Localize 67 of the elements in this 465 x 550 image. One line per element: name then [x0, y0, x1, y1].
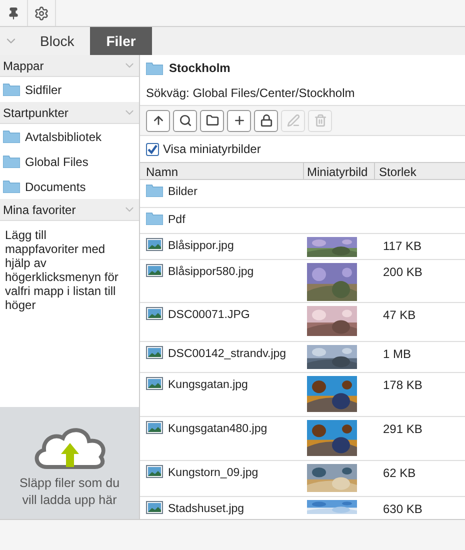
table-cell[interactable]: DSC00142_strandv.jpg — [140, 342, 304, 372]
drop-zone-text: Släpp filer som du vill ladda upp här — [18, 475, 121, 509]
image-file-icon — [146, 421, 163, 434]
search-icon — [178, 114, 192, 127]
table-cell[interactable]: Pdf — [140, 208, 304, 233]
table-cell-text: 200 KB — [382, 264, 424, 279]
lock-icon — [260, 114, 272, 127]
table-cell-text: 178 KB — [382, 377, 424, 392]
column-header[interactable]: Miniatyrbild — [304, 163, 375, 179]
search-button[interactable] — [173, 110, 197, 132]
column-header[interactable]: Namn — [140, 163, 304, 179]
image-file-icon — [146, 264, 163, 277]
folder-icon — [206, 114, 218, 127]
section-header[interactable]: Mina favoriter — [0, 199, 139, 221]
image-file-icon — [146, 377, 163, 390]
check-icon — [147, 144, 158, 154]
folder-icon — [3, 130, 20, 143]
pencil-icon — [286, 114, 300, 127]
section-header[interactable]: Startpunkter — [0, 102, 139, 124]
folder-icon — [3, 155, 20, 168]
checkbox[interactable] — [146, 142, 159, 156]
folder-icon — [146, 212, 163, 225]
section-header[interactable]: Mappar — [0, 55, 139, 77]
table-cell-text: 47 KB — [382, 307, 417, 322]
table-cell[interactable]: Kungsgatan480.jpg — [140, 417, 304, 460]
checkbox-label: Visa miniatyrbilder — [163, 141, 261, 158]
sidebar-item[interactable]: Sidfiler — [0, 77, 139, 102]
pin-icon — [7, 6, 20, 20]
drop-zone[interactable]: Släpp filer som du vill ladda upp här — [0, 407, 139, 519]
image-file-icon — [146, 501, 163, 514]
table-cell-text: 117 KB — [382, 238, 422, 253]
table-cell[interactable]: Blåsippor580.jpg — [140, 260, 304, 302]
table-cell-text: 291 KB — [382, 421, 424, 436]
column-header[interactable]: Storlek — [375, 163, 465, 179]
folder-icon — [146, 62, 163, 74]
folder-button[interactable] — [200, 110, 224, 132]
table-cell[interactable]: Stadshuset.jpg — [140, 497, 304, 519]
sidebar-item[interactable]: Global Files — [0, 149, 139, 174]
favorites-hint: Lägg till mappfavoriter med hjälp av högerklicksmenyn för valfri mapp i listan till höger — [4, 227, 120, 314]
folder-path: Sökväg: Global Files/Center/Stockholm — [146, 85, 355, 102]
image-file-icon — [146, 346, 163, 359]
table-cell-text: 62 KB — [382, 465, 417, 480]
folder-icon — [3, 180, 20, 193]
image-file-icon — [146, 238, 163, 251]
sidebar-item[interactable]: Avtalsbibliotek — [0, 124, 139, 149]
table-cell[interactable]: Bilder — [140, 180, 304, 207]
image-file-icon — [146, 307, 163, 320]
tab[interactable]: Block — [24, 27, 90, 55]
table-cell-text: 1 MB — [382, 346, 412, 361]
table-cell[interactable]: Kungsgatan.jpg — [140, 373, 304, 416]
up-arrow-button[interactable] — [146, 110, 170, 132]
table-cell[interactable]: Kungstorn_09.jpg — [140, 461, 304, 496]
lock-button[interactable] — [254, 110, 278, 132]
folder-icon — [3, 83, 20, 96]
tab[interactable]: Filer — [90, 27, 152, 55]
add-button[interactable] — [227, 110, 251, 132]
up-arrow-icon — [152, 114, 164, 127]
folder-icon — [146, 184, 163, 197]
table-cell-text: 630 KB — [382, 501, 424, 516]
plus-icon — [232, 114, 246, 127]
table-cell[interactable]: Blåsippor.jpg — [140, 234, 304, 259]
image-file-icon — [146, 465, 163, 478]
table-cell[interactable]: DSC00071.JPG — [140, 303, 304, 341]
settings-icon — [34, 6, 49, 20]
sidebar-item[interactable]: Documents — [0, 174, 139, 199]
folder-title: Stockholm — [169, 60, 230, 77]
trash-icon — [314, 114, 326, 127]
